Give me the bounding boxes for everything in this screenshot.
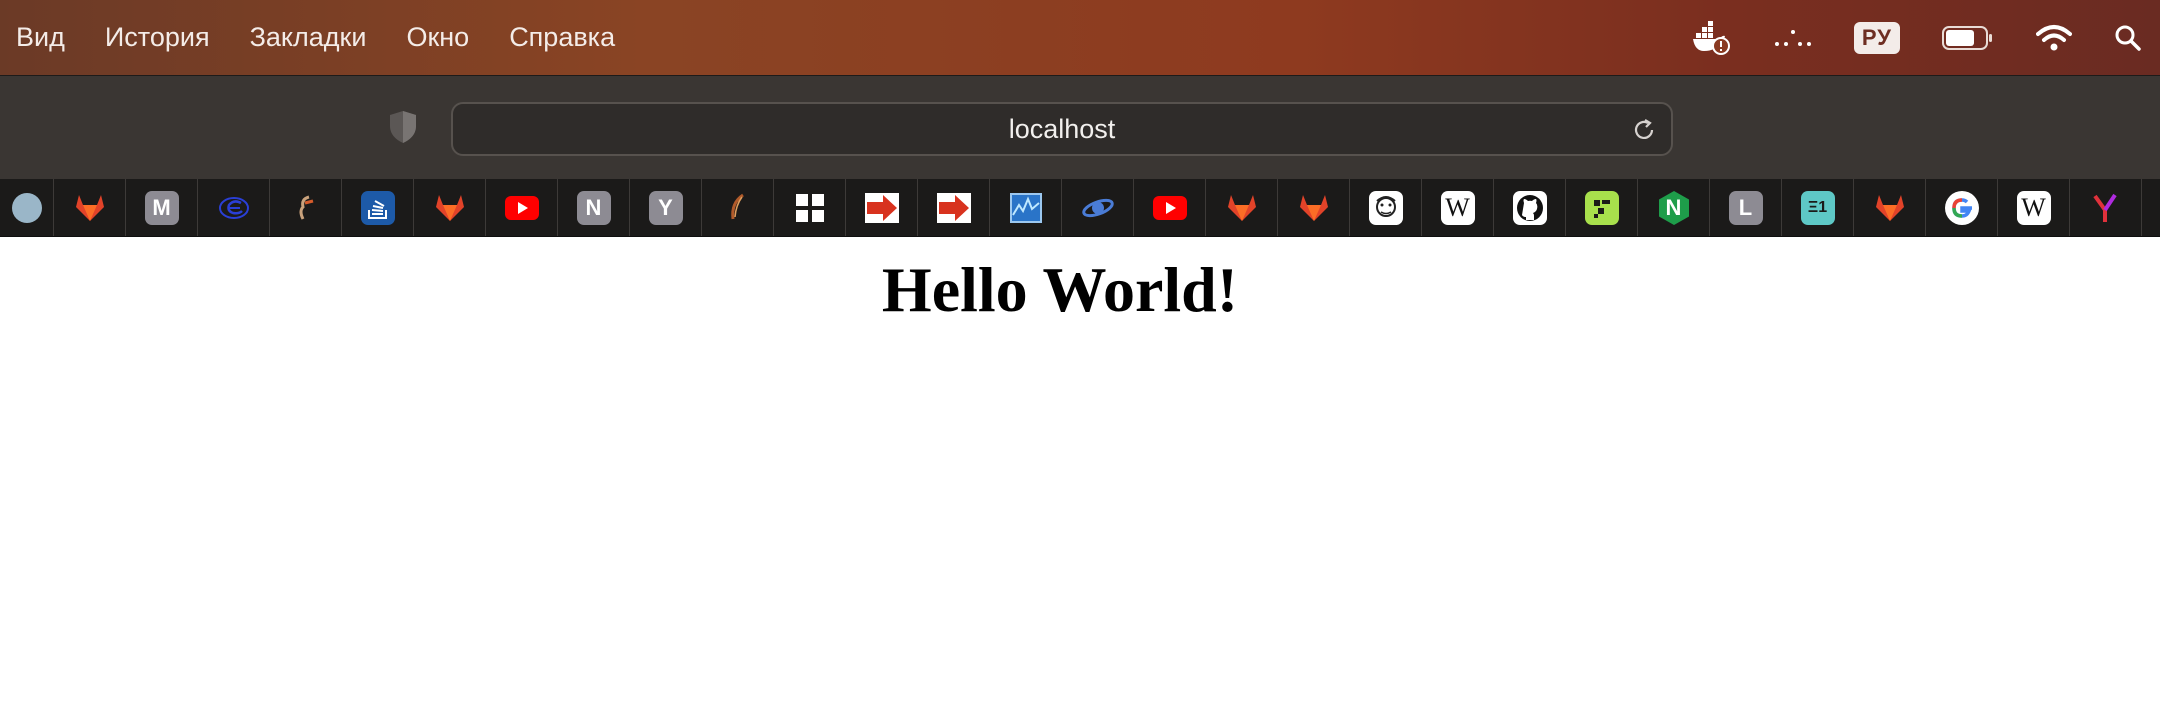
favorite-item[interactable] bbox=[270, 179, 342, 236]
favorite-item[interactable] bbox=[2070, 179, 2142, 236]
favorite-item[interactable]: N bbox=[1638, 179, 1710, 236]
gitlab-icon bbox=[73, 191, 107, 225]
favorite-item[interactable] bbox=[846, 179, 918, 236]
address-url: localhost bbox=[1008, 113, 1116, 144]
favorites-bar: M N Y W N L Ξ1 W bbox=[0, 179, 2160, 237]
battery-icon[interactable] bbox=[1942, 25, 1994, 51]
youtube-icon bbox=[504, 191, 539, 225]
favorite-item[interactable]: W bbox=[1422, 179, 1494, 236]
y-letter-icon: Y bbox=[648, 190, 683, 225]
gitlab-icon bbox=[1297, 191, 1331, 225]
favorite-item[interactable] bbox=[342, 179, 414, 236]
gitlab-icon bbox=[433, 191, 467, 225]
stackoverflow-icon bbox=[360, 190, 395, 225]
feather-icon bbox=[721, 191, 755, 225]
language-badge: РУ bbox=[1853, 21, 1900, 54]
favorite-item[interactable]: N bbox=[558, 179, 630, 236]
menu-window[interactable]: Окно bbox=[406, 22, 469, 53]
menu-view[interactable]: Вид bbox=[16, 22, 65, 53]
page-heading: Hello World! bbox=[881, 254, 1239, 325]
favorite-item[interactable] bbox=[918, 179, 990, 236]
favorite-item[interactable] bbox=[1854, 179, 1926, 236]
favorite-item[interactable]: L bbox=[1710, 179, 1782, 236]
favorite-item[interactable] bbox=[774, 179, 846, 236]
blue-circle-icon bbox=[11, 192, 42, 223]
n-letter-icon: N bbox=[576, 190, 611, 225]
favorite-item[interactable] bbox=[1062, 179, 1134, 236]
favorite-item[interactable] bbox=[1206, 179, 1278, 236]
nginx-icon: N bbox=[1657, 190, 1691, 225]
favorite-item[interactable] bbox=[414, 179, 486, 236]
yandex-icon bbox=[2089, 191, 2123, 225]
favorite-item[interactable] bbox=[54, 179, 126, 236]
google-icon bbox=[1944, 190, 1979, 225]
favorite-item[interactable]: M bbox=[126, 179, 198, 236]
input-language-indicator[interactable]: РУ bbox=[1853, 21, 1900, 54]
globe-e-icon bbox=[217, 191, 251, 225]
app-menus: Вид История Закладки Окно Справка bbox=[0, 0, 655, 75]
status-area: РУ bbox=[1692, 0, 2160, 75]
spotlight-search-icon[interactable] bbox=[2114, 24, 2142, 52]
favorite-item[interactable]: Y bbox=[630, 179, 702, 236]
favorite-item[interactable] bbox=[702, 179, 774, 236]
favorite-item[interactable] bbox=[1926, 179, 1998, 236]
github-icon bbox=[1512, 190, 1547, 225]
favorite-item[interactable] bbox=[2142, 179, 2160, 236]
dots-icon[interactable] bbox=[1774, 28, 1812, 48]
lime-logo-icon bbox=[1584, 190, 1619, 225]
wikipedia-icon: W bbox=[2016, 190, 2051, 225]
favorite-item[interactable] bbox=[1566, 179, 1638, 236]
favorite-item[interactable] bbox=[1494, 179, 1566, 236]
sketch-figure-icon bbox=[289, 191, 323, 225]
face-sketch-icon bbox=[1368, 190, 1403, 225]
m-letter-icon: M bbox=[144, 190, 179, 225]
favorite-item[interactable]: Ξ1 bbox=[1782, 179, 1854, 236]
favorite-item[interactable] bbox=[198, 179, 270, 236]
monitor-chart-icon bbox=[1009, 191, 1043, 225]
l-letter-icon: L bbox=[1728, 190, 1763, 225]
gitlab-icon bbox=[1873, 191, 1907, 225]
favorite-item[interactable] bbox=[990, 179, 1062, 236]
menu-bookmarks[interactable]: Закладки bbox=[250, 22, 367, 53]
favorite-item[interactable]: W bbox=[1998, 179, 2070, 236]
reload-icon[interactable] bbox=[1631, 117, 1657, 148]
favorite-item[interactable] bbox=[486, 179, 558, 236]
wikipedia-icon: W bbox=[1440, 190, 1475, 225]
favorite-item[interactable] bbox=[1278, 179, 1350, 236]
browser-toolbar: localhost bbox=[0, 75, 2160, 179]
favorite-item[interactable] bbox=[1134, 179, 1206, 236]
menu-history[interactable]: История bbox=[105, 22, 210, 53]
privacy-shield-icon[interactable] bbox=[388, 110, 418, 149]
gitlab-icon bbox=[1225, 191, 1259, 225]
docker-warning-icon[interactable] bbox=[1692, 20, 1732, 55]
red-arrow-icon bbox=[936, 191, 971, 225]
wifi-icon[interactable] bbox=[2036, 24, 2072, 52]
planet-icon bbox=[1081, 191, 1115, 225]
nginx-letter: N bbox=[1665, 194, 1682, 220]
red-arrow-icon bbox=[864, 191, 899, 225]
menu-help[interactable]: Справка bbox=[509, 22, 615, 53]
teal-logo-icon: Ξ1 bbox=[1800, 190, 1835, 225]
favorite-item[interactable] bbox=[1350, 179, 1422, 236]
menu-bar: Вид История Закладки Окно Справка РУ bbox=[0, 0, 2160, 75]
web-page-content: Hello World! bbox=[0, 237, 2160, 716]
address-bar[interactable]: localhost bbox=[451, 102, 1673, 156]
favorite-item[interactable] bbox=[0, 179, 54, 236]
youtube-icon bbox=[1152, 191, 1187, 225]
grid-icon bbox=[793, 191, 827, 225]
